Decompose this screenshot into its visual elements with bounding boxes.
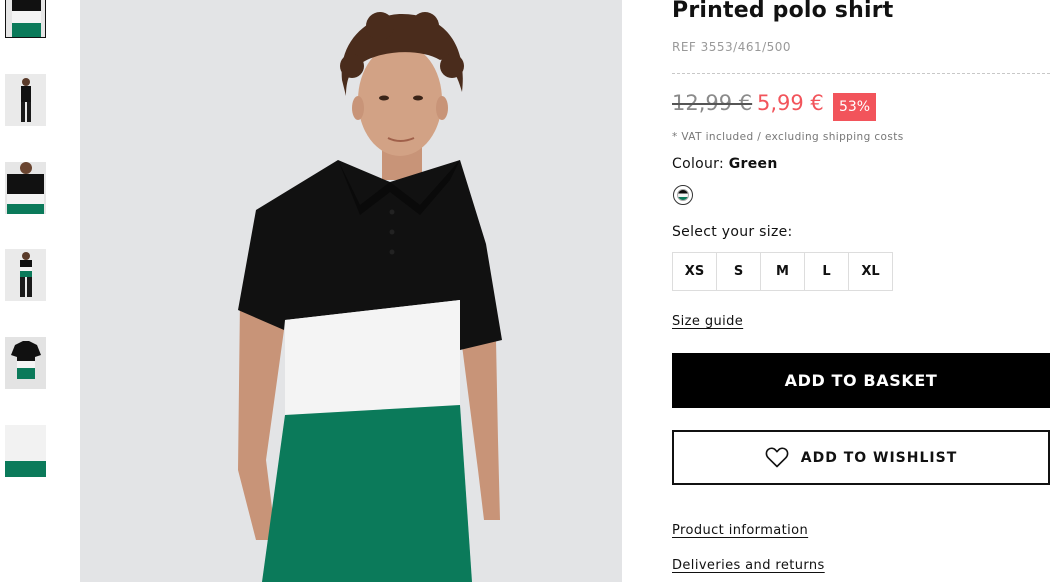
add-to-basket-button[interactable]: ADD TO BASKET — [672, 353, 1050, 408]
add-to-basket-label: ADD TO BASKET — [784, 371, 938, 390]
size-option-s[interactable]: S — [716, 252, 761, 291]
size-label: Select your size: — [672, 224, 793, 240]
size-guide-link[interactable]: Size guide — [672, 314, 743, 329]
discount-badge: 53% — [833, 93, 876, 121]
heart-outline-icon — [765, 447, 789, 468]
thumbnail-image — [5, 337, 46, 389]
thumbnail-5[interactable] — [5, 337, 46, 389]
colour-value: Green — [728, 156, 778, 172]
thumbnail-3[interactable] — [5, 162, 46, 214]
thumbnail-image — [5, 425, 46, 477]
product-panel: Printed polo shirt REF 3553/461/500 12,9… — [672, 0, 1050, 582]
thumbnail-gallery — [0, 0, 60, 582]
thumbnail-image — [5, 249, 46, 301]
deliveries-returns-link[interactable]: Deliveries and returns — [672, 558, 825, 573]
thumbnail-2[interactable] — [5, 74, 46, 126]
model-photo — [80, 0, 622, 582]
thumbnail-image — [6, 0, 45, 37]
size-option-m[interactable]: M — [760, 252, 805, 291]
product-ref: REF 3553/461/500 — [672, 40, 792, 54]
colour-row: Colour: Green — [672, 156, 778, 172]
thumbnail-image — [5, 74, 46, 126]
colour-swatch[interactable] — [673, 185, 693, 205]
size-option-xs[interactable]: XS — [672, 252, 717, 291]
divider — [672, 73, 1050, 74]
original-price: 12,99 € — [672, 91, 753, 115]
add-to-wishlist-button[interactable]: ADD TO WISHLIST — [672, 430, 1050, 485]
size-selector: XS S M L XL — [672, 252, 893, 291]
thumbnail-6[interactable] — [5, 425, 46, 477]
add-to-wishlist-label: ADD TO WISHLIST — [800, 449, 958, 466]
thumbnail-image — [5, 162, 46, 214]
sale-price: 5,99 € — [757, 91, 824, 115]
colour-label: Colour: — [672, 156, 724, 172]
product-title: Printed polo shirt — [672, 0, 894, 23]
thumbnail-4[interactable] — [5, 249, 46, 301]
size-option-xl[interactable]: XL — [848, 252, 893, 291]
thumbnail-1[interactable] — [5, 0, 46, 38]
main-product-image — [80, 0, 622, 582]
vat-note: * VAT included / excluding shipping cost… — [672, 131, 904, 143]
product-information-link[interactable]: Product information — [672, 523, 808, 538]
polo-stripe-swatch-icon — [677, 189, 689, 201]
size-option-l[interactable]: L — [804, 252, 849, 291]
